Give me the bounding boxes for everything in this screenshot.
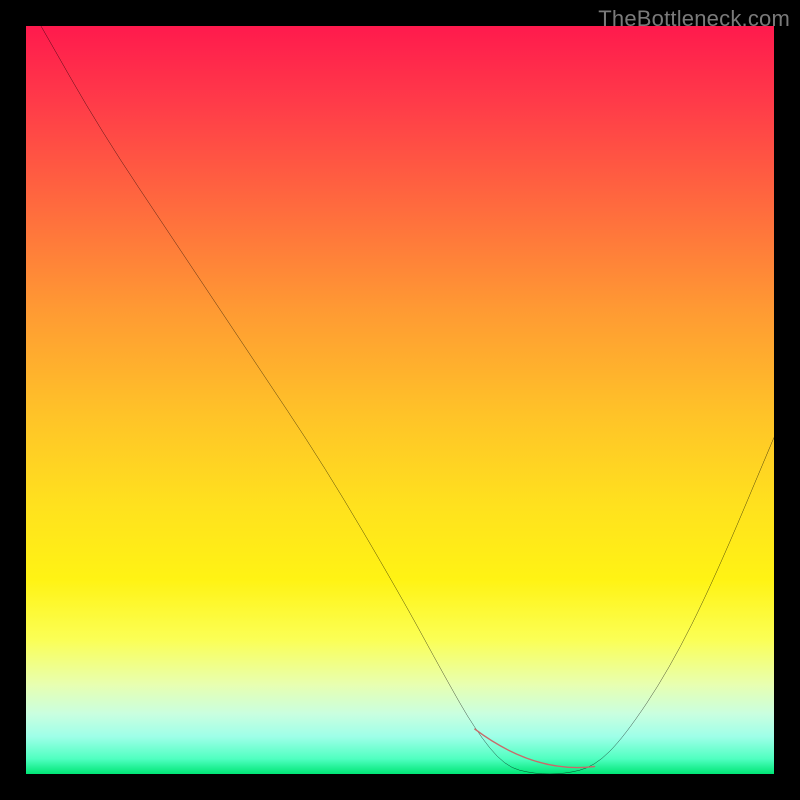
curve-layer: [26, 26, 774, 774]
highlight-segment: [475, 729, 595, 767]
plot-area: [26, 26, 774, 774]
chart-frame: TheBottleneck.com: [0, 0, 800, 800]
bottleneck-curve: [41, 26, 774, 774]
watermark-text: TheBottleneck.com: [598, 6, 790, 32]
